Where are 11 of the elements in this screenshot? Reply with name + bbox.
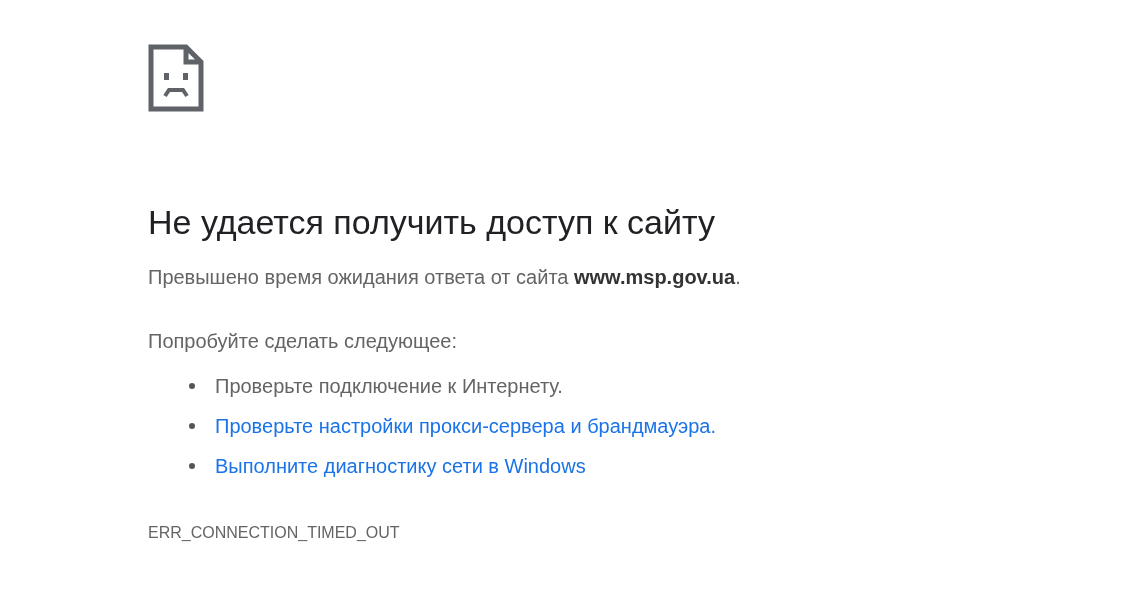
- suggestion-link[interactable]: Выполните диагностику сети в Windows: [215, 454, 586, 478]
- sad-page-icon: [148, 44, 204, 112]
- error-code: ERR_CONNECTION_TIMED_OUT: [148, 524, 401, 542]
- error-message: Превышено время ожидания ответа от сайта www.msp.gov.ua.: [148, 265, 742, 290]
- suggestions-title: Попробуйте сделать следующее:: [148, 329, 459, 354]
- suggestion-link[interactable]: Проверьте настройки прокси-сервера и брандмауэра.: [215, 414, 716, 438]
- bullet-icon: [189, 423, 195, 429]
- suggestion-text: Проверьте подключение к Интернету.: [215, 374, 563, 398]
- bullet-icon: [189, 383, 195, 389]
- bullet-icon: [189, 463, 195, 469]
- error-heading: Не удается получить доступ к сайту: [148, 202, 716, 243]
